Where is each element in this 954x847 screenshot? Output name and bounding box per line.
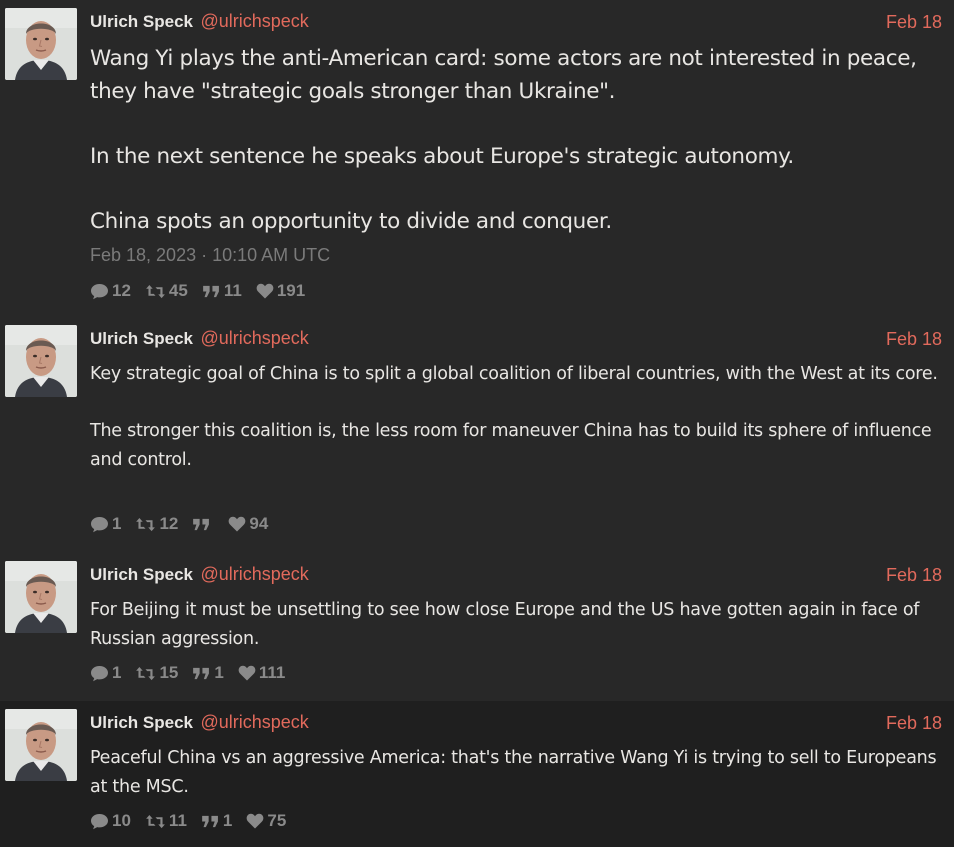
retweet-stat[interactable]: 45 — [145, 281, 188, 301]
username[interactable]: @ulrichspeck — [200, 712, 308, 732]
tweet-header: Ulrich Speck @ulrichspeck Feb 18 — [90, 564, 942, 588]
tweet-date[interactable]: Feb 18 — [886, 713, 942, 734]
comment-icon — [90, 813, 109, 830]
comment-stat[interactable]: 1 — [90, 514, 121, 534]
retweet-count: 11 — [168, 811, 187, 830]
retweet-count: 15 — [159, 663, 179, 682]
like-stat[interactable]: 94 — [228, 514, 268, 534]
fullname[interactable]: Ulrich Speck — [90, 12, 193, 31]
like-count: 191 — [276, 281, 306, 300]
retweet-count: 45 — [168, 281, 188, 300]
retweet-icon — [135, 517, 156, 532]
quote-stat[interactable]: 1 — [192, 663, 224, 683]
tweet-content: Wang Yi plays the anti-American card: so… — [90, 46, 917, 234]
tweet-date[interactable]: Feb 18 — [886, 565, 942, 586]
retweet-stat[interactable]: 15 — [135, 663, 178, 683]
quote-count: 1 — [214, 663, 224, 682]
avatar[interactable] — [5, 325, 77, 397]
comment-stat[interactable]: 12 — [90, 281, 131, 301]
published-timestamp: Feb 18, 2023 · 10:10 AM UTC — [90, 245, 331, 265]
fullname[interactable]: Ulrich Speck — [90, 713, 193, 732]
quote-stat[interactable]: 11 — [202, 281, 242, 301]
tweet[interactable]: Ulrich Speck @ulrichspeck Feb 18 Peacefu… — [0, 701, 954, 847]
retweet-icon — [145, 814, 166, 829]
tweet-header: Ulrich Speck @ulrichspeck Feb 18 — [90, 11, 942, 35]
comment-count: 10 — [112, 811, 131, 830]
tweet-content: Key strategic goal of China is to split … — [90, 364, 938, 470]
comment-count: 1 — [112, 663, 122, 682]
tweet-stats: 1 15 1 111 — [90, 662, 299, 684]
username[interactable]: @ulrichspeck — [200, 11, 308, 31]
like-stat[interactable]: 191 — [256, 281, 305, 301]
fullname[interactable]: Ulrich Speck — [90, 329, 193, 348]
username[interactable]: @ulrichspeck — [200, 564, 308, 584]
quote-stat[interactable] — [192, 518, 214, 531]
quote-icon — [192, 518, 211, 531]
avatar[interactable] — [5, 561, 77, 633]
heart-icon — [228, 516, 246, 532]
like-count: 75 — [267, 811, 287, 830]
quote-icon — [192, 667, 211, 680]
retweet-stat[interactable]: 11 — [145, 811, 187, 831]
comment-icon — [90, 665, 109, 682]
comment-count: 1 — [112, 514, 122, 533]
tweet[interactable]: Ulrich Speck @ulrichspeck Feb 18 For Bei… — [0, 553, 954, 701]
username[interactable]: @ulrichspeck — [200, 328, 308, 348]
tweet-main: Ulrich Speck @ulrichspeck Feb 18 Wang Yi… — [0, 0, 954, 317]
retweet-icon — [135, 666, 156, 681]
retweet-icon — [145, 284, 166, 299]
comment-icon — [90, 283, 109, 300]
tweet-stats: 10 11 1 75 — [90, 810, 300, 832]
tweet-header: Ulrich Speck @ulrichspeck Feb 18 — [90, 712, 942, 736]
quote-count: 1 — [222, 811, 233, 830]
quote-stat[interactable]: 1 — [201, 811, 232, 831]
comment-icon — [90, 516, 109, 533]
quote-icon — [202, 285, 221, 298]
tweet-content: For Beijing it must be unsettling to see… — [90, 600, 925, 649]
avatar[interactable] — [5, 8, 77, 80]
like-stat[interactable]: 75 — [246, 811, 286, 831]
like-count: 111 — [258, 663, 286, 682]
retweet-stat[interactable]: 12 — [135, 514, 178, 534]
tweet-content: Peaceful China vs an aggressive America:… — [90, 748, 942, 797]
tweet-date[interactable]: Feb 18 — [886, 329, 942, 350]
tweet-stats: 12 45 11 191 — [90, 280, 319, 302]
comment-stat[interactable]: 1 — [90, 663, 121, 683]
like-stat[interactable]: 111 — [238, 663, 286, 683]
tweet[interactable]: Ulrich Speck @ulrichspeck Feb 18 Key str… — [0, 317, 954, 553]
tweet-header: Ulrich Speck @ulrichspeck Feb 18 — [90, 328, 942, 352]
heart-icon — [256, 283, 274, 299]
quote-count: 11 — [223, 281, 242, 300]
heart-icon — [238, 665, 256, 681]
tweet-date[interactable]: Feb 18 — [886, 12, 942, 33]
comment-stat[interactable]: 10 — [90, 811, 131, 831]
heart-icon — [246, 813, 264, 829]
tweet-stats: 1 12 94 — [90, 513, 282, 535]
comment-count: 12 — [112, 281, 131, 300]
retweet-count: 12 — [159, 514, 179, 533]
fullname[interactable]: Ulrich Speck — [90, 565, 193, 584]
quote-icon — [201, 815, 220, 828]
avatar[interactable] — [5, 709, 77, 781]
like-count: 94 — [249, 514, 269, 533]
